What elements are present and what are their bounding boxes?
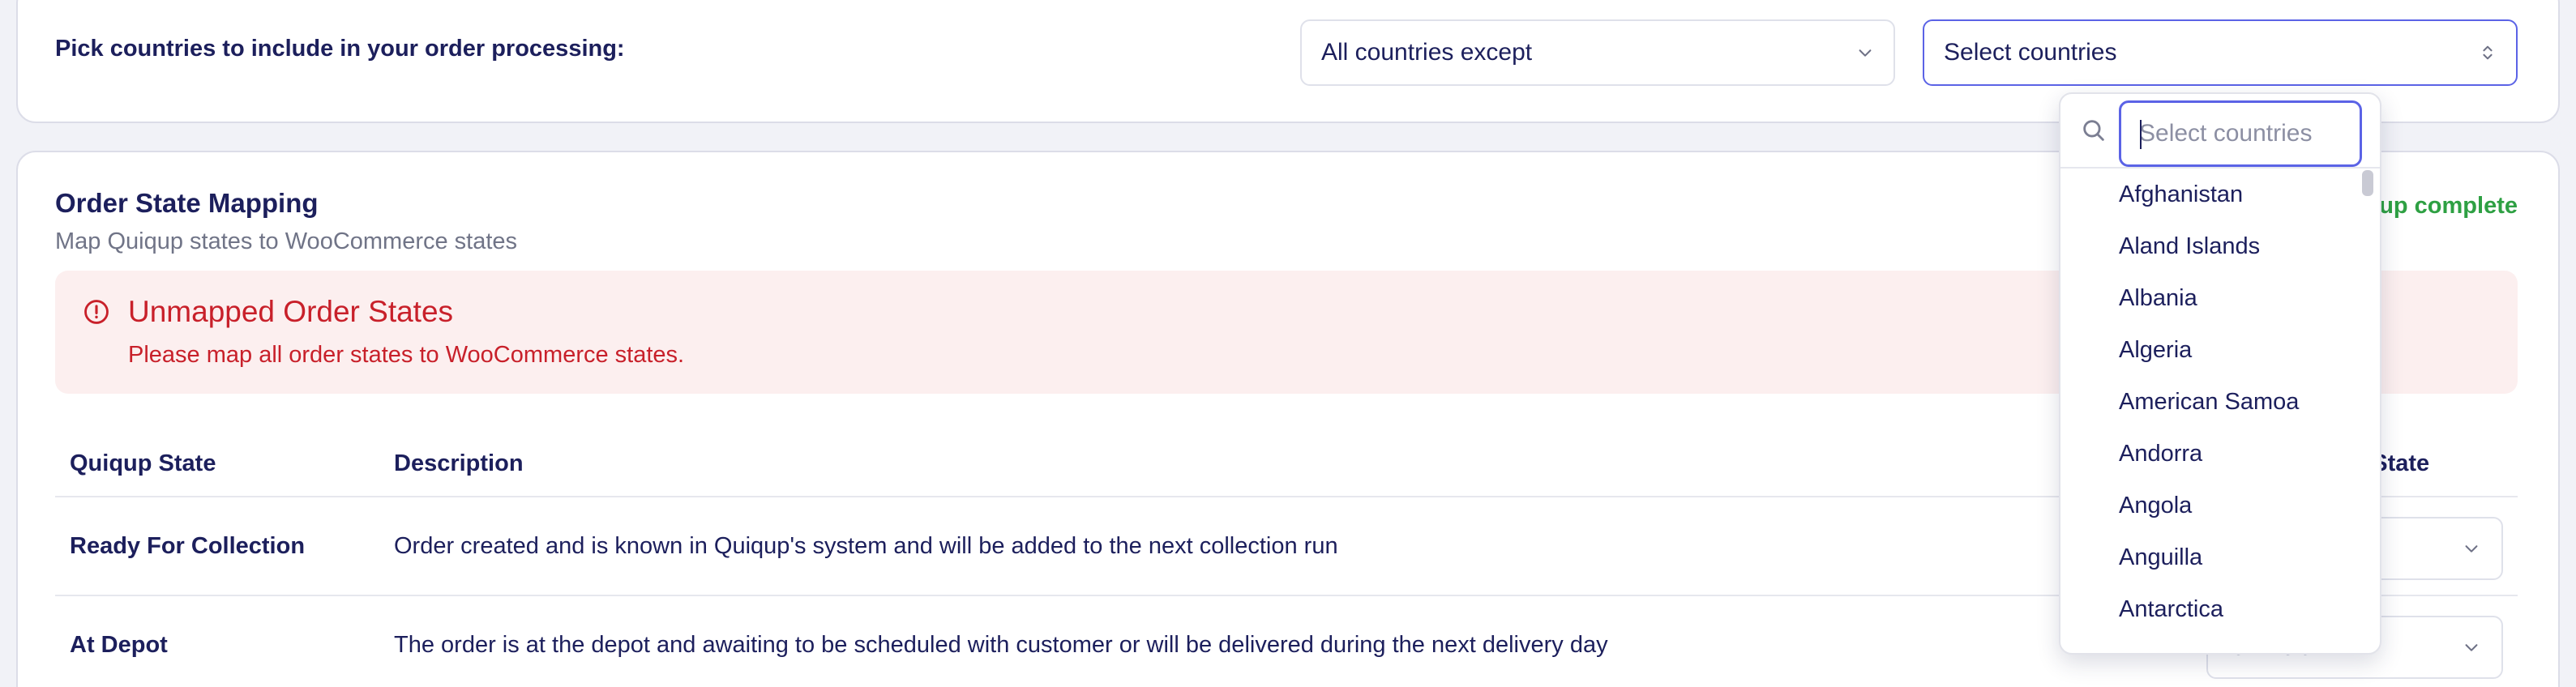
country-option-list[interactable]: Afghanistan Aland Islands Albania Algeri… xyxy=(2060,169,2380,653)
country-search-input[interactable] xyxy=(2119,100,2362,167)
alert-circle-icon xyxy=(84,300,109,324)
page: Pick countries to include in your order … xyxy=(0,0,2576,687)
country-option[interactable]: Algeria xyxy=(2060,324,2380,376)
chevron-updown-icon xyxy=(2483,45,2493,60)
country-dropdown: Afghanistan Aland Islands Albania Algeri… xyxy=(2059,92,2381,655)
country-mode-select[interactable]: All countries except xyxy=(1300,19,1895,86)
country-option[interactable]: Angola xyxy=(2060,480,2380,531)
text-caret xyxy=(2140,120,2142,149)
chevron-down-icon xyxy=(1859,49,1872,57)
section-title: Order State Mapping xyxy=(55,188,319,218)
alert-title: Unmapped Order States xyxy=(128,295,454,328)
table-row-state: Ready For Collection xyxy=(70,533,306,559)
country-select[interactable]: Select countries xyxy=(1923,19,2518,86)
country-mode-value: All countries except xyxy=(1321,39,1533,66)
section-subtitle: Map Quiqup states to WooCommerce states xyxy=(55,228,518,254)
chevron-down-icon xyxy=(2465,545,2478,553)
country-select-value: Select countries xyxy=(1944,39,2117,66)
country-option[interactable]: Afghanistan xyxy=(2060,169,2380,220)
country-option[interactable]: Albania xyxy=(2060,272,2380,324)
header-quiqup-state: Quiqup State xyxy=(70,450,216,476)
table-row-description: Order created and is known in Quiqup's s… xyxy=(394,533,1338,559)
country-option[interactable]: Antarctica xyxy=(2060,583,2380,635)
country-option[interactable]: Aland Islands xyxy=(2060,220,2380,272)
alert-text: Please map all order states to WooCommer… xyxy=(128,342,685,368)
countries-label: Pick countries to include in your order … xyxy=(55,36,625,62)
country-option[interactable]: American Samoa xyxy=(2060,376,2380,428)
country-option[interactable]: Andorra xyxy=(2060,428,2380,480)
header-description: Description xyxy=(394,450,524,476)
table-row-state: At Depot xyxy=(70,632,168,658)
search-icon xyxy=(2083,120,2104,141)
table-row-description: The order is at the depot and awaiting t… xyxy=(394,632,1608,658)
country-option[interactable]: Anguilla xyxy=(2060,531,2380,583)
chevron-down-icon xyxy=(2465,644,2478,651)
dropdown-scrollbar[interactable] xyxy=(2362,170,2373,196)
